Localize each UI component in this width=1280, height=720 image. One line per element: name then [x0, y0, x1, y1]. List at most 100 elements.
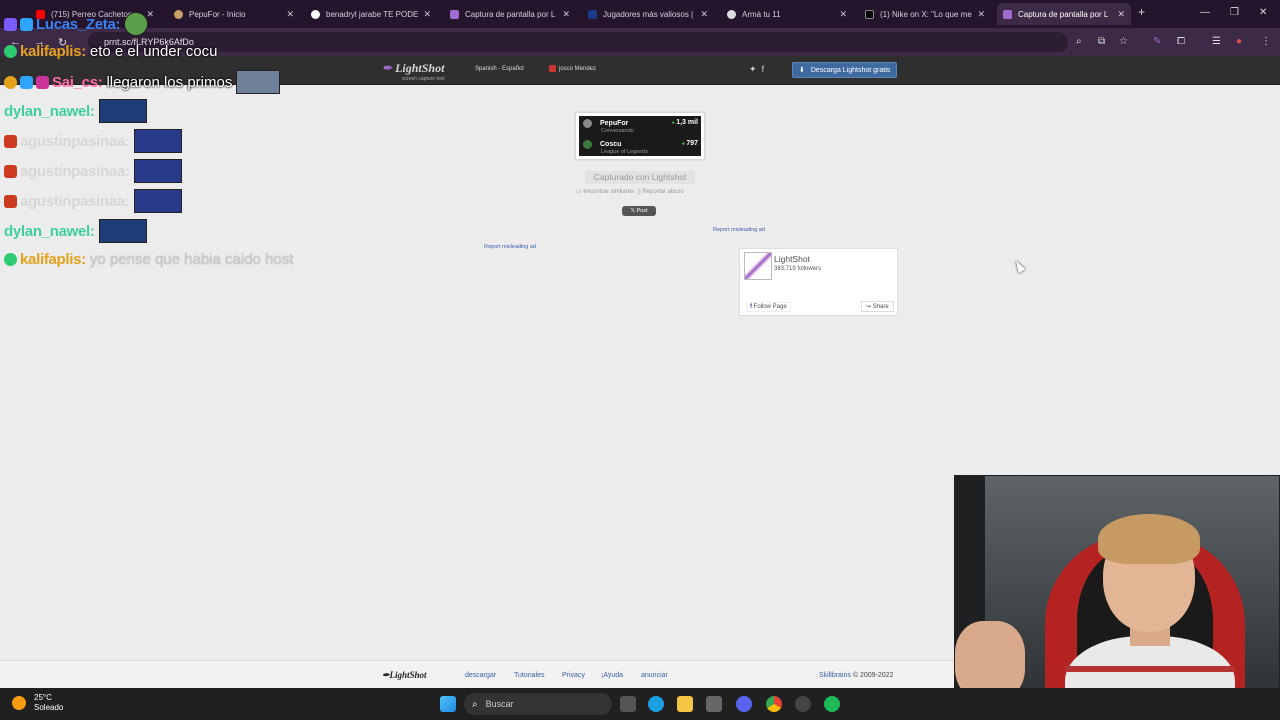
file-explorer-icon[interactable] [677, 696, 693, 712]
extensions-icon[interactable]: ⧠ [1177, 36, 1185, 47]
chat-message: kalifaplis: eto e el under cocu [4, 43, 218, 60]
twitter-icon[interactable]: ✦ [749, 64, 757, 74]
viewer-count: 797 [682, 140, 698, 147]
tab-title: (1) Nike on X: "Lo que me [880, 9, 972, 19]
subscriber-badge-icon [36, 75, 49, 89]
browser-tab[interactable]: Armá tu 11 ✕ [721, 3, 853, 25]
soccer-ball-icon [727, 9, 736, 19]
page-name[interactable]: LightShot [774, 254, 810, 264]
feather-icon: ✒ [382, 61, 393, 75]
browser-tab[interactable]: PepuFor - Inicio ✕ [168, 3, 300, 25]
screenshot-image[interactable]: PepuFor Conversando 1,3 mil Coscu League… [576, 113, 704, 159]
chrome-icon[interactable] [766, 696, 782, 712]
lightshot-page-logo[interactable] [744, 252, 772, 280]
tab-title: Captura de pantalla por L [1018, 9, 1109, 19]
skillbrains-link[interactable]: Skillbrains [819, 672, 851, 679]
lightshot-logo[interactable]: ✒ LightShot screen capture tool [382, 61, 445, 82]
user-badge-icon [549, 65, 556, 72]
minimize-button[interactable]: — [1200, 7, 1210, 18]
report-ad-link[interactable]: Report misleading ad [713, 227, 765, 233]
chat-username: Sai_cs: [52, 73, 103, 91]
tab-title: PepuFor - Inicio [189, 9, 246, 19]
lightshot-icon [450, 9, 459, 19]
user-link[interactable]: josco Mendez [549, 65, 596, 72]
taskbar-search[interactable]: ⌕ Buscar [464, 693, 612, 715]
profile-avatar-icon[interactable]: ● [1236, 36, 1242, 47]
bookmark-star-icon[interactable]: ☆ [1119, 36, 1128, 47]
close-icon[interactable]: ✕ [977, 9, 985, 20]
chat-message: kalifaplis: yo pense que habia caido hos… [4, 251, 293, 268]
footer-link-download[interactable]: descargar [465, 672, 496, 679]
task-view-icon[interactable] [620, 696, 636, 712]
language-selector[interactable]: Spanish - Español [475, 66, 524, 72]
menu-icon[interactable]: ⋮ [1261, 36, 1271, 47]
weather-widget[interactable]: 25°C Soleado [12, 693, 63, 713]
reading-list-icon[interactable]: ☰ [1212, 36, 1221, 47]
feather-icon: ✒ [382, 670, 390, 680]
chat-username: dylan_nawel: [4, 222, 95, 240]
tab-title: Jugadores más valiosos | [603, 9, 694, 19]
report-abuse-link[interactable]: Reportar abuso [642, 189, 683, 195]
badge-icon [4, 75, 17, 89]
subscriber-badge-icon [4, 17, 17, 31]
windows-start-icon[interactable] [440, 696, 456, 712]
find-similar-link[interactable]: encontrar similares [583, 189, 634, 195]
download-button[interactable]: ⬇ Descarga Lightshot gratis [792, 62, 897, 78]
streamer-hair [1098, 514, 1200, 564]
channel-name: PepuFor [600, 120, 629, 127]
discord-icon[interactable] [736, 696, 752, 712]
footer-link-help[interactable]: ¡Ayuda [601, 672, 623, 679]
report-ad-link[interactable]: Report misleading ad [484, 244, 536, 250]
webcam-overlay [954, 475, 1280, 720]
extension-lightshot-icon[interactable]: ✎ [1153, 36, 1161, 47]
address-bar[interactable]: prnt.sc/fLRYP6k6AfDo [88, 32, 1068, 52]
chat-message: agustinpasinaa: [4, 159, 182, 183]
maximize-button[interactable]: ❐ [1230, 7, 1239, 18]
chat-username: dylan_nawel: [4, 102, 95, 120]
browser-tab[interactable]: (1) Nike on X: "Lo que me ✕ [859, 3, 991, 25]
shirt-stripe [1065, 666, 1235, 672]
browser-tab[interactable]: Captura de pantalla por L ✕ [444, 3, 576, 25]
chat-message: agustinpasinaa: [4, 129, 182, 153]
chat-username: agustinpasinaa: [20, 162, 130, 180]
tab-title: benadryl jarabe TE PODE [326, 9, 419, 19]
preview-row: PepuFor Conversando [583, 119, 634, 134]
follow-page-button[interactable]: f Follow Page [746, 302, 791, 312]
temperature: 25°C [34, 693, 52, 702]
tab-title: Armá tu 11 [742, 9, 781, 19]
edge-icon[interactable] [648, 696, 664, 712]
google-icon [311, 9, 320, 19]
install-icon[interactable]: ⧉ [1098, 36, 1105, 47]
spotify-icon[interactable] [824, 696, 840, 712]
frog-emote [124, 12, 149, 36]
store-icon[interactable] [706, 696, 722, 712]
chat-text: llegaron los primos [106, 73, 233, 91]
facebook-icon[interactable]: f [762, 64, 765, 74]
x-post-button[interactable]: 𝕏 Post [622, 206, 656, 216]
car-emote [133, 189, 182, 213]
close-window-button[interactable]: ✕ [1259, 7, 1267, 18]
yellow-car-emote [98, 99, 147, 123]
browser-tab-active[interactable]: Captura de pantalla por L ✕ [997, 3, 1131, 25]
close-icon[interactable]: ✕ [423, 9, 431, 20]
footer-link-tutorials[interactable]: Tutoriales [514, 672, 544, 679]
zoom-icon[interactable]: ⌕ [1076, 36, 1082, 47]
close-icon[interactable]: ✕ [839, 9, 847, 20]
footer-link-privacy[interactable]: Privacy [562, 672, 585, 679]
trash-icon: ▯ [637, 189, 641, 195]
close-icon[interactable]: ✕ [286, 9, 294, 20]
footer-logo[interactable]: ✒LightShot [382, 670, 427, 681]
channel-name: Coscu [600, 141, 622, 148]
browser-tab[interactable]: benadryl jarabe TE PODE ✕ [305, 3, 437, 25]
x-logo-icon [865, 9, 874, 19]
close-icon[interactable]: ✕ [562, 9, 570, 20]
close-icon[interactable]: ✕ [1117, 9, 1125, 20]
share-button[interactable]: ↪ Share [861, 301, 894, 312]
steam-icon[interactable] [795, 696, 811, 712]
car-emote [133, 159, 182, 183]
browser-tab[interactable]: Jugadores más valiosos | ✕ [582, 3, 714, 25]
new-tab-button[interactable]: + [1138, 5, 1145, 19]
close-icon[interactable]: ✕ [700, 9, 708, 20]
footer-link-advertise[interactable]: anunciar [641, 672, 668, 679]
verified-badge-icon [4, 253, 17, 266]
